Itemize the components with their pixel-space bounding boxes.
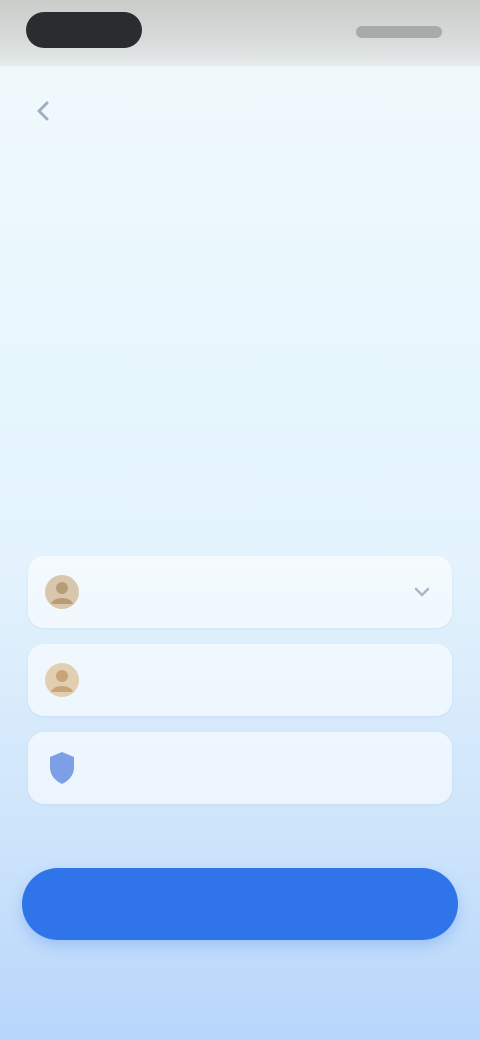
hero-heading: [64, 238, 416, 368]
chevron-down-icon[interactable]: [408, 578, 436, 606]
option-item-3[interactable]: [28, 732, 452, 804]
option-item-1[interactable]: [28, 556, 452, 628]
option-label: [98, 580, 358, 604]
person-avatar-icon: [44, 574, 80, 610]
option-label: [98, 668, 358, 692]
subtitle-text: [80, 466, 400, 496]
navigation-bar: [0, 66, 480, 150]
person-avatar-icon: [44, 662, 80, 698]
options-list: [28, 556, 452, 820]
page-title: [170, 94, 310, 120]
shield-icon: [44, 750, 80, 786]
status-bar: [0, 0, 480, 66]
option-item-2[interactable]: [28, 644, 452, 716]
primary-action-button[interactable]: [22, 868, 458, 940]
chevron-left-icon[interactable]: [26, 94, 60, 128]
option-label: [98, 756, 358, 780]
status-time: [26, 12, 142, 48]
status-indicators: [356, 26, 442, 38]
